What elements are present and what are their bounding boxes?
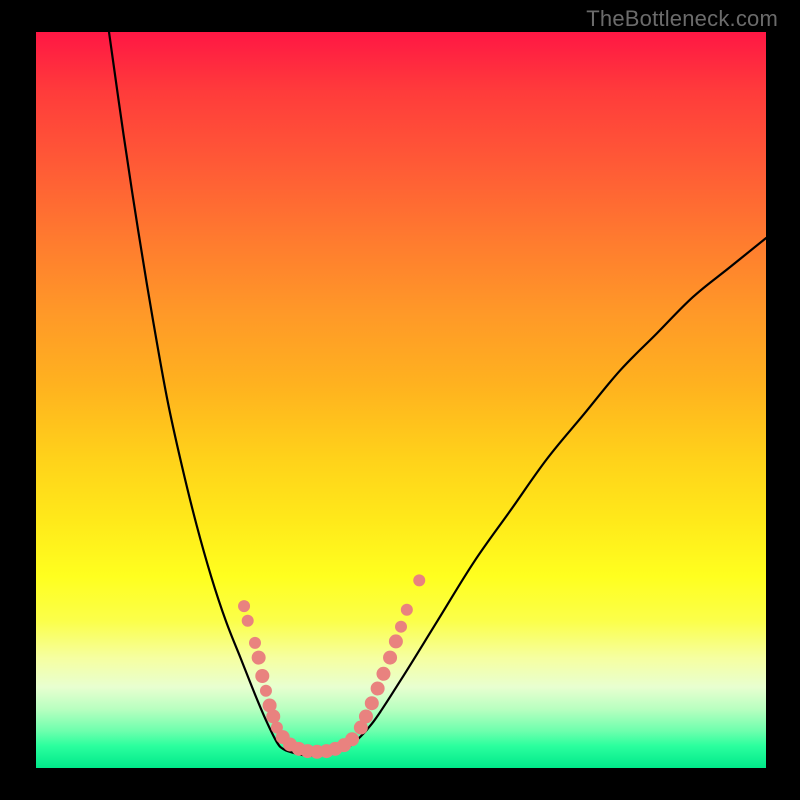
plot-area: [36, 32, 766, 768]
curve-marker: [376, 667, 390, 681]
curve-marker: [383, 651, 397, 665]
curve-marker: [345, 732, 359, 746]
curve-marker: [266, 709, 280, 723]
curve-marker: [413, 574, 425, 586]
curve-marker: [255, 669, 269, 683]
curve-marker: [365, 696, 379, 710]
curve-marker: [371, 682, 385, 696]
curve-marker: [252, 651, 266, 665]
curve-marker: [242, 615, 254, 627]
curve-marker: [395, 621, 407, 633]
curve-marker: [238, 600, 250, 612]
chart-frame: TheBottleneck.com: [0, 0, 800, 800]
curve-marker: [359, 709, 373, 723]
watermark-text: TheBottleneck.com: [586, 6, 778, 32]
curve-marker: [249, 637, 261, 649]
curve-marker: [401, 604, 413, 616]
curve-markers: [238, 574, 425, 758]
curve-marker: [260, 685, 272, 697]
curve-marker: [389, 634, 403, 648]
chart-svg: [36, 32, 766, 768]
bottleneck-curve: [109, 32, 766, 756]
